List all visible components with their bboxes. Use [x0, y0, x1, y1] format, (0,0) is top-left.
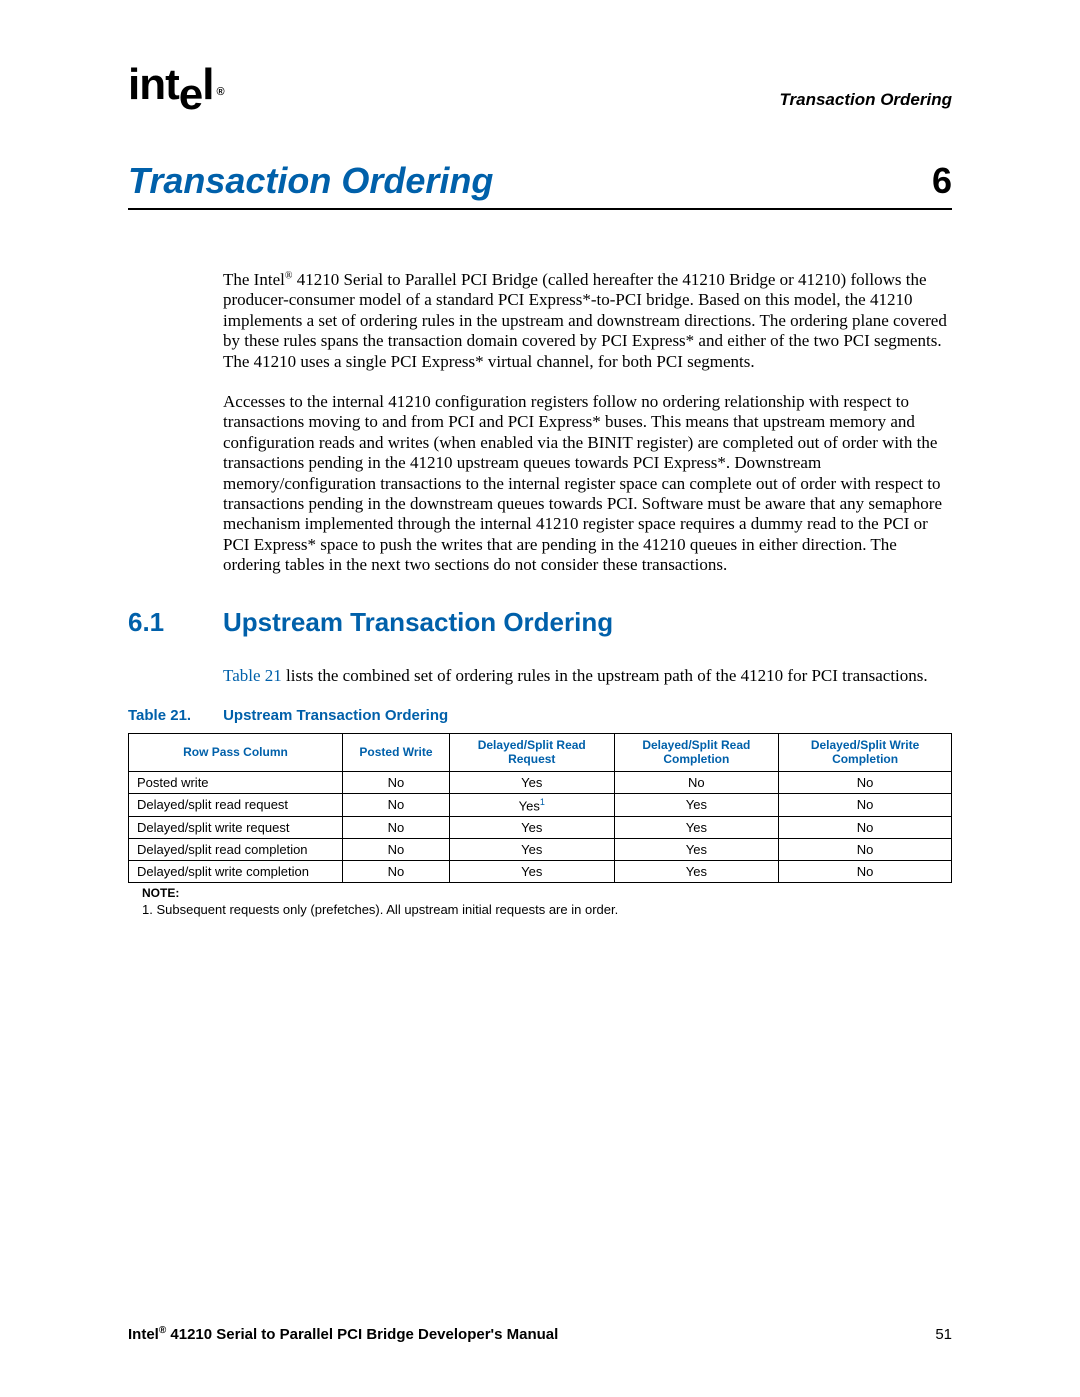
intro-paragraph-2: Accesses to the internal 41210 configura… — [223, 392, 952, 576]
page-number: 51 — [935, 1326, 952, 1343]
data-cell: Yes — [614, 860, 779, 882]
table-reference-link[interactable]: Table 21 — [223, 666, 282, 685]
intro-paragraph-1: The Intel® 41210 Serial to Parallel PCI … — [223, 270, 952, 372]
data-cell: Yes — [614, 838, 779, 860]
data-cell: No — [779, 860, 952, 882]
data-cell: Yes — [449, 860, 614, 882]
row-name-cell: Posted write — [129, 771, 343, 793]
col-head-dsw-completion: Delayed/Split Write Completion — [779, 733, 952, 771]
section-heading: 6.1 Upstream Transaction Ordering — [128, 607, 952, 638]
data-cell: No — [342, 838, 449, 860]
table-caption-title: Upstream Transaction Ordering — [223, 707, 448, 724]
table-row: Delayed/split read completionNoYesYesNo — [129, 838, 952, 860]
data-cell: No — [342, 793, 449, 816]
data-cell: No — [779, 771, 952, 793]
data-cell: Yes — [614, 816, 779, 838]
data-cell: No — [779, 793, 952, 816]
table-row: Posted writeNoYesNoNo — [129, 771, 952, 793]
data-cell: Yes — [449, 816, 614, 838]
data-cell: No — [614, 771, 779, 793]
chapter-title: Transaction Ordering — [128, 160, 493, 202]
chapter-number: 6 — [932, 160, 952, 202]
note-label: NOTE: — [142, 886, 952, 900]
note-item: 1. Subsequent requests only (prefetches)… — [142, 902, 952, 917]
footnote-marker: 1 — [540, 797, 545, 807]
col-head-posted-write: Posted Write — [342, 733, 449, 771]
data-cell: Yes — [449, 838, 614, 860]
table-header-row: Row Pass Column Posted Write Delayed/Spl… — [129, 733, 952, 771]
row-name-cell: Delayed/split read completion — [129, 838, 343, 860]
section-intro: Table 21 lists the combined set of order… — [223, 666, 952, 686]
row-name-cell: Delayed/split read request — [129, 793, 343, 816]
section-number: 6.1 — [128, 607, 223, 638]
running-head: Transaction Ordering — [779, 90, 952, 110]
data-cell: No — [342, 771, 449, 793]
data-cell: No — [779, 838, 952, 860]
data-cell: Yes — [449, 771, 614, 793]
row-name-cell: Delayed/split write request — [129, 816, 343, 838]
col-head-dsr-request: Delayed/Split Read Request — [449, 733, 614, 771]
table-caption: Table 21. Upstream Transaction Ordering — [128, 707, 952, 725]
table-row: Delayed/split read requestNoYes1YesNo — [129, 793, 952, 816]
table-notes: NOTE: 1. Subsequent requests only (prefe… — [128, 886, 952, 917]
data-cell: No — [342, 816, 449, 838]
col-head-dsr-completion: Delayed/Split Read Completion — [614, 733, 779, 771]
data-cell: No — [342, 860, 449, 882]
section-title: Upstream Transaction Ordering — [223, 607, 613, 638]
data-cell: Yes — [614, 793, 779, 816]
intel-logo: intel® — [128, 60, 224, 110]
col-head-row-pass: Row Pass Column — [129, 733, 343, 771]
table-caption-label: Table 21. — [128, 707, 191, 724]
ordering-table: Row Pass Column Posted Write Delayed/Spl… — [128, 733, 952, 883]
footer-document-title: Intel® 41210 Serial to Parallel PCI Brid… — [128, 1325, 558, 1343]
data-cell: No — [779, 816, 952, 838]
row-name-cell: Delayed/split write completion — [129, 860, 343, 882]
table-row: Delayed/split write completionNoYesYesNo — [129, 860, 952, 882]
page-footer: Intel® 41210 Serial to Parallel PCI Brid… — [128, 1325, 952, 1343]
table-row: Delayed/split write requestNoYesYesNo — [129, 816, 952, 838]
data-cell: Yes1 — [449, 793, 614, 816]
page-header: intel® Transaction Ordering — [128, 60, 952, 110]
chapter-title-row: Transaction Ordering 6 — [128, 160, 952, 210]
